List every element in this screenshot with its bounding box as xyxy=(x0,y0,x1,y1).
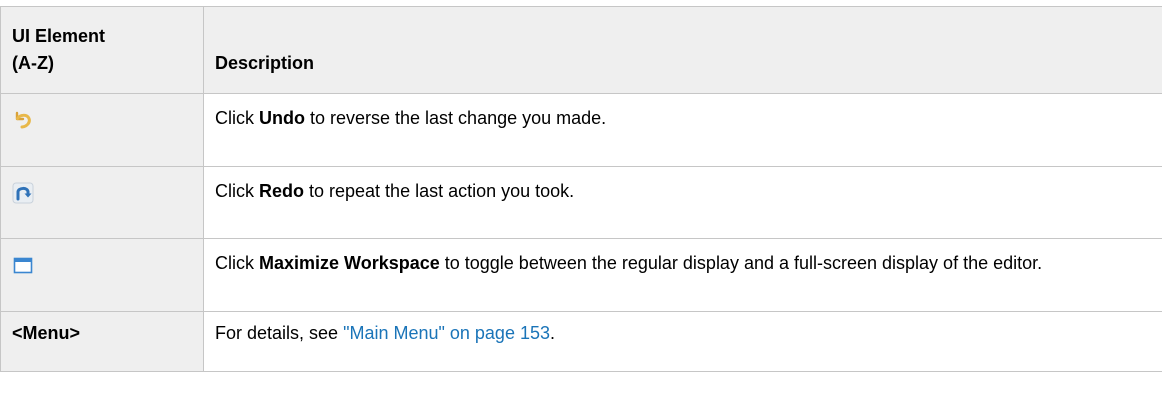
undo-icon xyxy=(12,109,34,131)
description-cell: Click Redo to repeat the last action you… xyxy=(203,166,1162,239)
element-cell: <Menu> xyxy=(0,311,204,372)
ui-elements-table: UI Element (A-Z) Description Click Undo … xyxy=(0,6,1162,372)
element-cell xyxy=(0,93,204,167)
table-row: Click Maximize Workspace to toggle betwe… xyxy=(0,238,1162,312)
description-term: Maximize Workspace xyxy=(259,253,440,273)
description-cell: Click Undo to reverse the last change yo… xyxy=(203,93,1162,167)
description-cell: Click Maximize Workspace to toggle betwe… xyxy=(203,238,1162,312)
element-cell xyxy=(0,238,204,312)
description-suffix: to reverse the last change you made. xyxy=(304,108,607,128)
element-cell xyxy=(0,166,204,239)
table-row: Click Redo to repeat the last action you… xyxy=(0,166,1162,239)
description-prefix: Click xyxy=(215,253,259,273)
table-row: Click Undo to reverse the last change yo… xyxy=(0,93,1162,167)
maximize-workspace-icon xyxy=(12,254,34,276)
description-suffix: to repeat the last action you took. xyxy=(304,181,575,201)
description-prefix: Click xyxy=(215,181,259,201)
description-prefix: Click xyxy=(215,108,259,128)
redo-icon xyxy=(12,182,34,204)
description-suffix: . xyxy=(549,323,555,343)
column-header-description: Description xyxy=(203,6,1162,94)
description-suffix: to toggle between the regular display an… xyxy=(439,253,1043,273)
description-cell: For details, see "Main Menu" on page 153… xyxy=(203,311,1162,372)
column-header-ui-element-line2: (A-Z) xyxy=(12,53,54,73)
main-menu-link[interactable]: "Main Menu" on page 153 xyxy=(343,323,550,343)
description-term: Undo xyxy=(259,108,305,128)
table-header-row: UI Element (A-Z) Description xyxy=(0,6,1162,94)
column-header-ui-element-line1: UI Element xyxy=(12,26,106,46)
element-label: <Menu> xyxy=(12,323,81,343)
column-header-ui-element: UI Element (A-Z) xyxy=(0,6,204,94)
description-term: Redo xyxy=(259,181,304,201)
description-prefix: For details, see xyxy=(215,323,344,343)
table-row: <Menu> For details, see "Main Menu" on p… xyxy=(0,311,1162,372)
